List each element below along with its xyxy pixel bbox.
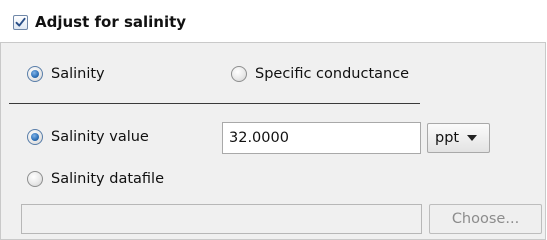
separator [9, 103, 420, 104]
adjust-salinity-row[interactable]: Adjust for salinity [13, 13, 186, 31]
radio-selected-dot [31, 70, 39, 78]
radio-salinity-datafile[interactable] [27, 171, 43, 187]
radio-salinity-datafile-label: Salinity datafile [51, 171, 164, 187]
radio-salinity-value[interactable] [27, 129, 43, 145]
datafile-path-input[interactable] [21, 204, 422, 234]
radio-salinity-value-label: Salinity value [51, 129, 149, 145]
radio-salinity-value-option[interactable]: Salinity value [27, 129, 149, 145]
adjust-salinity-label: Adjust for salinity [35, 13, 187, 31]
choose-button[interactable]: Choose... [429, 204, 542, 234]
chevron-down-icon [467, 135, 478, 141]
salinity-settings-panel: Salinity Specific conductance Salinity v… [0, 42, 546, 240]
check-icon [15, 17, 26, 27]
choose-button-label: Choose... [451, 211, 520, 227]
radio-specific-conductance-label: Specific conductance [255, 66, 410, 82]
radio-salinity-option[interactable]: Salinity [27, 66, 105, 82]
adjust-salinity-checkbox[interactable] [13, 14, 28, 30]
radio-specific-conductance[interactable] [231, 66, 247, 82]
radio-salinity[interactable] [27, 66, 43, 82]
radio-salinity-label: Salinity [51, 66, 105, 82]
radio-selected-dot [31, 133, 39, 141]
salinity-value-input[interactable]: 32.0000 [222, 122, 421, 154]
radio-specific-conductance-option[interactable]: Specific conductance [231, 66, 409, 82]
unit-select[interactable]: ppt [427, 123, 490, 153]
radio-salinity-datafile-option[interactable]: Salinity datafile [27, 171, 164, 187]
unit-select-value: ppt [435, 130, 460, 146]
